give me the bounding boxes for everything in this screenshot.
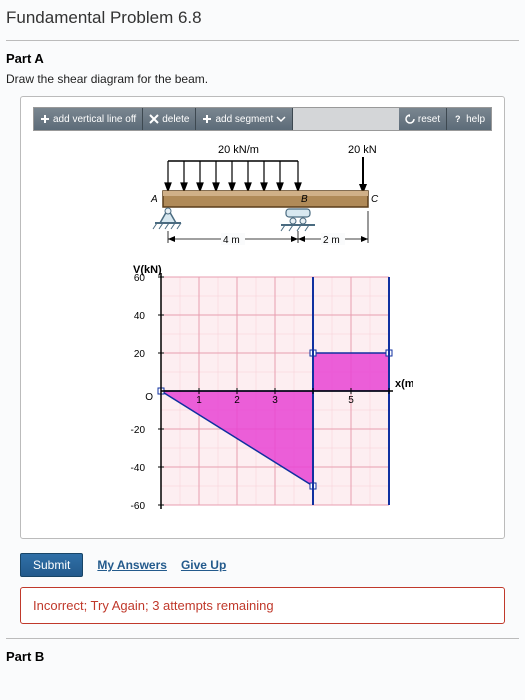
reset-button[interactable]: reset: [399, 108, 447, 130]
add-segment-label: add segment: [215, 114, 273, 125]
delete-button[interactable]: delete: [143, 108, 196, 130]
add-vertical-line-button[interactable]: add vertical line off: [34, 108, 143, 130]
help-button[interactable]: ? help: [447, 108, 491, 130]
ytick-n40: -40: [130, 463, 145, 474]
drawing-toolbar: add vertical line off delete add segment: [33, 107, 492, 131]
part-a-instruction: Draw the shear diagram for the beam.: [6, 72, 519, 86]
beam-label-c: C: [371, 194, 379, 205]
delete-label: delete: [162, 114, 189, 125]
ytick-20: 20: [133, 349, 145, 360]
divider: [6, 638, 519, 639]
span1-label: 4 m: [223, 235, 240, 246]
help-label: help: [466, 114, 485, 125]
plus-icon: [40, 114, 50, 124]
pin-support-icon: [153, 208, 181, 229]
shear-diagram[interactable]: V(kN) 60 40 20 O -20 -40 -60 1 2 3 5 x(m…: [113, 259, 413, 524]
beam-figure: 20 kN 20 kN/m A B C: [113, 139, 413, 259]
give-up-link[interactable]: Give Up: [181, 558, 226, 572]
ytick-60: 60: [133, 273, 145, 284]
x-axis-label: x(m): [395, 378, 413, 390]
my-answers-link[interactable]: My Answers: [97, 558, 167, 572]
beam-label-b: B: [301, 194, 308, 205]
reset-label: reset: [418, 114, 440, 125]
origin-label: O: [145, 392, 153, 403]
beam-label-a: A: [150, 194, 158, 205]
page-title: Fundamental Problem 6.8: [6, 8, 519, 28]
add-vertical-line-label: add vertical line off: [53, 114, 136, 125]
dist-load-label: 20 kN/m: [218, 144, 259, 156]
xtick-2: 2: [234, 395, 240, 406]
reset-icon: [405, 114, 415, 124]
svg-text:?: ?: [455, 114, 461, 124]
ytick-40: 40: [133, 311, 145, 322]
plus-icon: [202, 114, 212, 124]
add-segment-button[interactable]: add segment: [196, 108, 293, 130]
roller-support-icon: [281, 209, 315, 231]
xtick-1: 1: [196, 395, 202, 406]
xtick-5: 5: [348, 395, 354, 406]
help-icon: ?: [453, 114, 463, 124]
chevron-down-icon: [276, 114, 286, 124]
ytick-n20: -20: [130, 425, 145, 436]
point-load-label: 20 kN: [348, 144, 377, 156]
x-icon: [149, 114, 159, 124]
xtick-3: 3: [272, 395, 278, 406]
submit-button[interactable]: Submit: [20, 553, 83, 577]
divider: [6, 40, 519, 41]
drawing-panel: add vertical line off delete add segment: [20, 96, 505, 539]
feedback-message: Incorrect; Try Again; 3 attempts remaini…: [20, 587, 505, 624]
part-a-label: Part A: [6, 51, 519, 66]
part-b-label: Part B: [6, 649, 519, 664]
span2-label: 2 m: [323, 235, 340, 246]
ytick-n60: -60: [130, 501, 145, 512]
